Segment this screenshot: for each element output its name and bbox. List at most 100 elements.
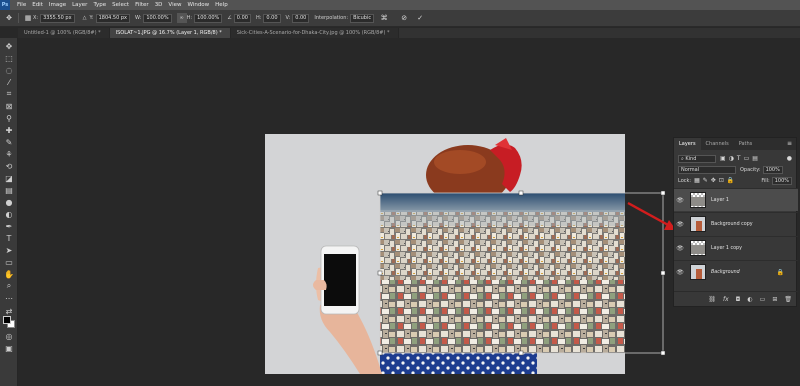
cancel-transform-icon[interactable]: ⊘ — [399, 13, 409, 23]
visibility-eye-icon[interactable]: 👁 — [674, 245, 686, 252]
filter-adjust-icon[interactable]: ◑ — [729, 155, 734, 162]
menu-edit[interactable]: Edit — [29, 0, 46, 10]
interpolation-label: Interpolation: — [314, 15, 349, 21]
h-skew-field[interactable]: 0.00 — [263, 13, 281, 23]
width-field[interactable]: 100.00% — [143, 13, 172, 23]
menu-file[interactable]: File — [14, 0, 29, 10]
menu-filter[interactable]: Filter — [132, 0, 152, 10]
layer-row-background[interactable]: 👁 Background 🔒 — [674, 260, 798, 283]
dodge-tool-icon[interactable]: ◐ — [3, 209, 15, 219]
y-label: Y: — [89, 15, 94, 21]
eyedropper-tool-icon[interactable]: ⚲ — [3, 113, 15, 123]
healing-brush-tool-icon[interactable]: ✚ — [3, 125, 15, 135]
lock-transparent-icon[interactable]: ▦ — [694, 177, 700, 184]
blend-mode-select[interactable]: Normal — [678, 165, 736, 174]
link-layers-icon[interactable]: ⛓ — [708, 296, 716, 303]
angle-field[interactable]: 0.00 — [233, 13, 251, 23]
path-selection-tool-icon[interactable]: ➤ — [3, 245, 15, 255]
filter-shape-icon[interactable]: ▭ — [744, 155, 750, 162]
gradient-tool-icon[interactable]: ▤ — [3, 185, 15, 195]
menu-bar: Ps File Edit Image Layer Type Select Fil… — [0, 0, 800, 10]
thumb-city-strip — [691, 197, 705, 206]
add-mask-icon[interactable]: ◘ — [736, 296, 741, 303]
brush-tool-icon[interactable]: ✎ — [3, 137, 15, 147]
marquee-tool-icon[interactable]: ⬚ — [3, 53, 15, 63]
layer-row-layer-1[interactable]: 👁 Layer 1 — [674, 188, 798, 211]
fill-field[interactable]: 100% — [771, 176, 792, 185]
reference-point-icon[interactable]: ▦ — [23, 13, 33, 23]
fill-label: Fill: — [761, 177, 770, 184]
delete-layer-icon[interactable]: 🗑 — [784, 296, 792, 303]
crop-tool-icon[interactable]: ⌗ — [3, 89, 15, 99]
swap-colors-icon[interactable]: ⇄ — [3, 306, 15, 316]
filter-type-icon[interactable]: T — [737, 155, 741, 162]
tab-layers[interactable]: Layers — [674, 138, 701, 150]
visibility-eye-icon[interactable]: 👁 — [674, 197, 686, 204]
menu-3d[interactable]: 3D — [152, 0, 166, 10]
frame-tool-icon[interactable]: ⊠ — [3, 101, 15, 111]
menu-view[interactable]: View — [165, 0, 184, 10]
new-group-icon[interactable]: ▭ — [760, 296, 766, 303]
tab-untitled[interactable]: Untitled-1 @ 100% (RGB/8#) * — [18, 28, 110, 38]
filter-toggle-icon[interactable]: ● — [787, 155, 792, 162]
type-tool-icon[interactable]: T — [3, 233, 15, 243]
opacity-label: Opacity: — [740, 166, 761, 173]
lock-all-icon[interactable]: 🔒 — [727, 177, 734, 184]
menu-type[interactable]: Type — [90, 0, 109, 10]
visibility-eye-icon[interactable]: 👁 — [674, 269, 686, 276]
lasso-tool-icon[interactable]: ◌ — [3, 65, 15, 75]
warp-icon[interactable]: ⌘ — [379, 13, 389, 23]
shape-tool-icon[interactable]: ▭ — [3, 257, 15, 267]
adjustment-layer-icon[interactable]: ◐ — [747, 296, 752, 303]
x-field[interactable]: 3355.50 px — [40, 13, 75, 23]
lock-position-icon[interactable]: ✥ — [711, 177, 716, 184]
magic-wand-tool-icon[interactable]: ⁄ — [3, 77, 15, 87]
tab-paths[interactable]: Paths — [734, 138, 758, 150]
v-skew-field[interactable]: 0.00 — [292, 13, 310, 23]
tab-channels[interactable]: Channels — [701, 138, 734, 150]
new-layer-icon[interactable]: ⊞ — [772, 296, 777, 303]
menu-image[interactable]: Image — [46, 0, 69, 10]
pen-tool-icon[interactable]: ✒ — [3, 221, 15, 231]
layer-style-icon[interactable]: fx — [723, 296, 729, 303]
filter-kind-select[interactable]: ⌕ Kind — [678, 154, 716, 163]
screen-mode-icon[interactable]: ▣ — [3, 343, 15, 353]
quick-mask-icon[interactable]: ◎ — [3, 331, 15, 341]
more-tools-icon[interactable]: ⋯ — [3, 293, 15, 303]
foreground-color-swatch[interactable] — [3, 316, 11, 324]
y-field[interactable]: 1804.50 px — [95, 13, 131, 23]
menu-layer[interactable]: Layer — [69, 0, 90, 10]
zoom-tool-icon[interactable]: ⌕ — [3, 281, 15, 291]
tab-isolat[interactable]: ISOLAT~1.JPG @ 16.7% (Layer 1, RGB/8) * — [109, 28, 231, 38]
menu-help[interactable]: Help — [212, 0, 231, 10]
history-brush-tool-icon[interactable]: ⟲ — [3, 161, 15, 171]
opacity-field[interactable]: 100% — [762, 165, 783, 174]
document-canvas[interactable] — [265, 134, 625, 374]
visibility-eye-icon[interactable]: 👁 — [674, 221, 686, 228]
angle-icon: ∠ — [227, 15, 232, 21]
layer-row-layer-1-copy[interactable]: 👁 Layer 1 copy — [674, 236, 798, 259]
filter-image-icon[interactable]: ▣ — [720, 155, 726, 162]
commit-transform-icon[interactable]: ✓ — [415, 13, 425, 23]
layer-row-background-copy[interactable]: 👁 Background copy — [674, 212, 798, 235]
transform-handle-br[interactable] — [660, 350, 666, 356]
tab-dhaka[interactable]: Sick-Cities-A-Scenario-for-Dhaka-City.jp… — [230, 28, 399, 38]
transform-handle-tr[interactable] — [660, 190, 666, 196]
interpolation-select[interactable]: Bicubic — [350, 13, 375, 23]
move-tool-icon[interactable]: ✥ — [3, 41, 15, 51]
height-field[interactable]: 100.00% — [194, 13, 223, 23]
link-icon[interactable]: ∞ — [176, 13, 187, 23]
transform-handle-mr[interactable] — [660, 270, 666, 276]
blur-tool-icon[interactable]: ● — [3, 197, 15, 207]
height-label: H: — [186, 15, 193, 21]
filter-smart-icon[interactable]: ▤ — [752, 155, 758, 162]
clone-stamp-tool-icon[interactable]: ⚘ — [3, 149, 15, 159]
lock-artboard-icon[interactable]: ⊡ — [719, 177, 724, 184]
hand-tool-icon[interactable]: ✋ — [3, 269, 15, 279]
menu-select[interactable]: Select — [109, 0, 132, 10]
eraser-tool-icon[interactable]: ◪ — [3, 173, 15, 183]
lock-pixels-icon[interactable]: ✎ — [703, 177, 708, 184]
panel-menu-icon[interactable]: ≡ — [787, 138, 796, 150]
menu-window[interactable]: Window — [184, 0, 212, 10]
layer-thumbnail — [690, 216, 706, 232]
